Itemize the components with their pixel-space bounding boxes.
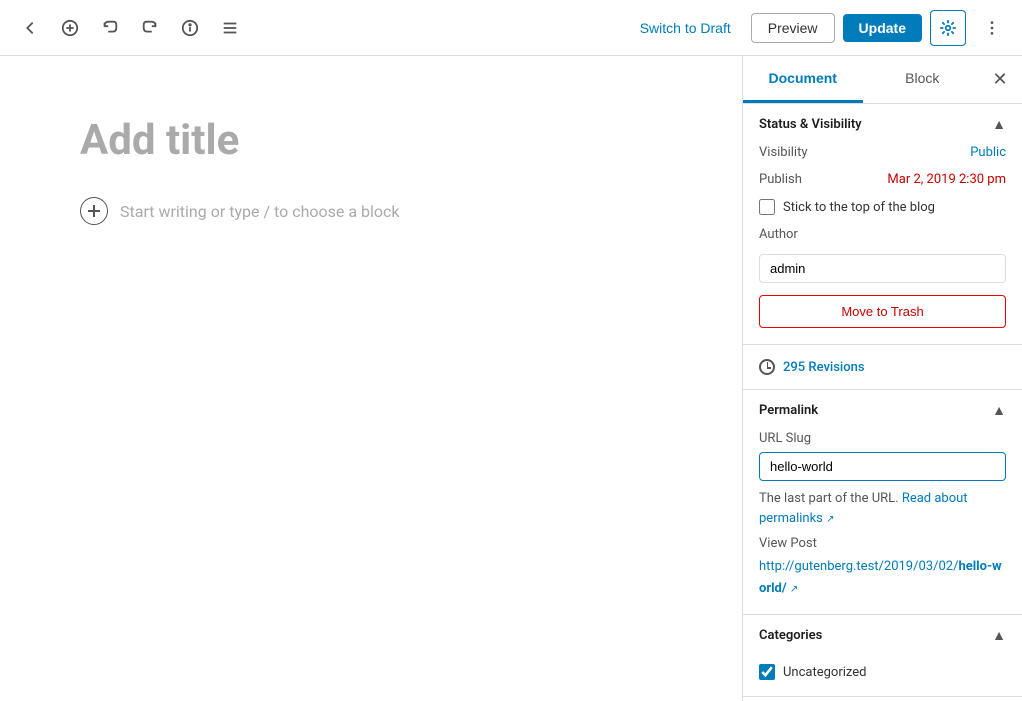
permalink-note: The last part of the URL. Read about per…: [759, 489, 1006, 528]
uncategorized-checkbox[interactable]: [759, 664, 775, 680]
move-to-trash-button[interactable]: Move to Trash: [759, 295, 1006, 328]
toolbar: Switch to Draft Preview Update: [0, 0, 1022, 56]
status-visibility-content: Visibility Public Publish Mar 2, 2019 2:…: [743, 145, 1022, 344]
view-post-url-prefix: http://gutenberg.test/2019/03/02/: [759, 559, 958, 574]
view-post-label: View Post: [759, 536, 1006, 551]
editor-area[interactable]: Add title Start writing or type / to cho…: [0, 56, 742, 701]
switch-to-draft-button[interactable]: Switch to Draft: [628, 14, 743, 42]
tab-block[interactable]: Block: [863, 56, 983, 103]
block-inserter-row: Start writing or type / to choose a bloc…: [80, 197, 662, 225]
url-slug-input[interactable]: [759, 452, 1006, 481]
main-layout: Add title Start writing or type / to cho…: [0, 56, 1022, 701]
author-row: Author: [759, 227, 1006, 242]
add-block-inline-button[interactable]: [80, 197, 108, 225]
url-slug-label: URL Slug: [759, 431, 1006, 446]
publish-label: Publish: [759, 172, 802, 187]
categories-content: Uncategorized: [743, 656, 1022, 696]
visibility-label: Visibility: [759, 145, 808, 160]
category-row-uncategorized: Uncategorized: [759, 664, 1006, 680]
add-block-toolbar-button[interactable]: [52, 10, 88, 46]
categories-title: Categories: [759, 628, 822, 643]
permalink-header[interactable]: Permalink ▲: [743, 390, 1022, 431]
author-label: Author: [759, 227, 798, 242]
preview-button[interactable]: Preview: [751, 13, 835, 43]
categories-section: Categories ▲ Uncategorized: [743, 615, 1022, 697]
view-post-link[interactable]: http://gutenberg.test/2019/03/02/hello-w…: [759, 559, 1002, 596]
undo-button[interactable]: [92, 10, 128, 46]
tab-document[interactable]: Document: [743, 56, 863, 103]
permalink-content: URL Slug The last part of the URL. Read …: [743, 431, 1022, 614]
permalink-section: Permalink ▲ URL Slug The last part of th…: [743, 390, 1022, 615]
stick-to-top-checkbox[interactable]: [759, 199, 775, 215]
block-placeholder-text: Start writing or type / to choose a bloc…: [120, 202, 400, 221]
info-button[interactable]: [172, 10, 208, 46]
stick-to-top-label[interactable]: Stick to the top of the blog: [783, 200, 935, 215]
sidebar-tabs: Document Block ✕: [743, 56, 1022, 104]
post-title[interactable]: Add title: [80, 116, 662, 165]
visibility-row: Visibility Public: [759, 145, 1006, 160]
sidebar-close-button[interactable]: ✕: [982, 62, 1018, 98]
status-visibility-section: Status & Visibility ▲ Visibility Public …: [743, 104, 1022, 345]
redo-button[interactable]: [132, 10, 168, 46]
update-button[interactable]: Update: [843, 14, 922, 42]
clock-icon: [759, 359, 775, 375]
permalink-chevron: ▲: [992, 402, 1006, 419]
list-view-button[interactable]: [212, 10, 248, 46]
publish-date-value[interactable]: Mar 2, 2019 2:30 pm: [887, 172, 1006, 187]
toolbar-left: [12, 10, 624, 46]
visibility-value[interactable]: Public: [970, 145, 1006, 160]
more-options-button[interactable]: [974, 10, 1010, 46]
sidebar: Document Block ✕ Status & Visibility ▲ V…: [742, 56, 1022, 701]
status-visibility-title: Status & Visibility: [759, 117, 862, 132]
categories-header[interactable]: Categories ▲: [743, 615, 1022, 656]
revisions-row[interactable]: 295 Revisions: [743, 345, 1022, 390]
status-visibility-chevron: ▲: [992, 116, 1006, 133]
toolbar-right: Switch to Draft Preview Update: [628, 10, 1010, 46]
settings-button[interactable]: [930, 10, 966, 46]
permalink-title: Permalink: [759, 403, 818, 418]
categories-chevron: ▲: [992, 627, 1006, 644]
stick-to-top-row: Stick to the top of the blog: [759, 199, 1006, 215]
author-input[interactable]: [759, 254, 1006, 283]
revisions-text: 295 Revisions: [783, 360, 865, 375]
uncategorized-label[interactable]: Uncategorized: [783, 665, 866, 680]
back-button[interactable]: [12, 10, 48, 46]
status-visibility-header[interactable]: Status & Visibility ▲: [743, 104, 1022, 145]
publish-row: Publish Mar 2, 2019 2:30 pm: [759, 172, 1006, 187]
